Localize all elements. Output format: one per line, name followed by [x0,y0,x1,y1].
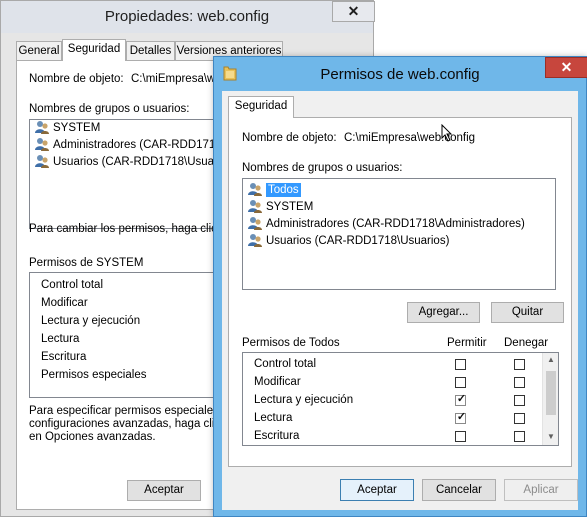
accept-button[interactable]: Aceptar [340,479,414,501]
permissions-label: Permisos de SYSTEM [29,257,144,269]
users-icon [35,155,49,168]
tab-seguridad[interactable]: Seguridad [62,39,126,61]
list-item[interactable]: Usuarios (CAR-RDD1718\Usuari [30,154,220,171]
permissions-list: Control total Modificar Lectura y ejecuc… [29,272,219,398]
perm-control-total: Control total [41,279,104,291]
perm-especiales: Permisos especiales [41,369,147,381]
perm-escritura: Escritura [254,430,300,442]
list-item[interactable]: SYSTEM [243,199,555,216]
cancel-button[interactable]: Cancelar [422,479,496,501]
tab-general[interactable]: General [16,41,62,61]
allow-checkbox-modificar[interactable] [455,377,466,388]
users-icon [35,138,49,151]
object-name-label: Nombre de objeto: [29,73,124,85]
perm-modificar: Modificar [254,376,301,388]
object-name-value: C:\miEmpresa\web.config [344,132,476,144]
check-icon: ✓ [456,411,467,423]
security-panel: Nombre de objeto: C:\miEmpresa\web.confi… [228,117,572,467]
groups-label: Nombres de grupos o usuarios: [29,103,190,115]
close-icon: ✕ [347,3,360,19]
permissions-client-area: Seguridad Nombre de objeto: C:\miEmpresa… [222,91,578,510]
perm-escritura: Escritura [41,351,87,363]
remove-button[interactable]: Quitar [491,302,564,323]
apply-button[interactable]: Aplicar [504,479,578,501]
deny-header: Denegar [504,337,549,349]
groups-label: Nombres de grupos o usuarios: [242,162,403,174]
groups-listbox[interactable]: SYSTEM Administradores (CAR-RDD1718\A Us… [29,119,233,229]
permissions-label: Permisos de Todos [242,337,340,349]
users-icon [248,183,262,196]
scroll-up-icon[interactable]: ▲ [543,353,558,367]
perm-lectura-ejecucion: Lectura y ejecución [41,315,141,327]
scroll-down-icon[interactable]: ▼ [543,430,558,444]
deny-checkbox-escritura[interactable] [514,431,525,442]
groups-listbox[interactable]: Todos SYSTEM Administradores (CAR-RDD171… [242,178,556,290]
users-icon [248,200,262,213]
change-permissions-text: Para cambiar los permisos, haga clic en [29,223,233,235]
users-icon [35,121,49,134]
special-permissions-text: Para especificar permisos especiales o c… [29,405,229,443]
properties-title: Propiedades: web.config [104,8,270,25]
object-name-label: Nombre de objeto: [242,132,337,144]
permissions-titlebar[interactable]: Permisos de web.config ✕ [214,57,587,91]
perm-control-total: Control total [254,358,317,370]
list-item[interactable]: Usuarios (CAR-RDD1718\Usuarios) [243,233,555,250]
users-icon [248,234,262,247]
allow-header: Permitir [447,337,487,349]
perm-modificar: Modificar [41,297,88,309]
properties-titlebar[interactable]: Propiedades: web.config ✕ [1,1,375,33]
properties-close-button[interactable]: ✕ [332,1,375,22]
list-item[interactable]: Administradores (CAR-RDD1718\A [30,137,233,154]
selected-user-label: Todos [266,183,301,197]
perm-lectura: Lectura [41,333,80,345]
deny-checkbox-modificar[interactable] [514,377,525,388]
cursor-icon [441,124,453,142]
allow-checkbox-escritura[interactable] [455,431,466,442]
tab-detalles[interactable]: Detalles [126,41,175,61]
add-button[interactable]: Agregar... [407,302,480,323]
permissions-dialog: Permisos de web.config ✕ Seguridad Nombr… [213,56,587,517]
permissions-close-button[interactable]: ✕ [545,57,587,78]
scroll-thumb[interactable] [546,371,556,415]
allow-checkbox-lectura-ejecucion[interactable]: ✓ [455,393,467,406]
allow-checkbox-lectura[interactable]: ✓ [455,411,467,424]
permissions-title: Permisos de web.config [320,66,480,83]
tab-seguridad[interactable]: Seguridad [228,96,294,118]
deny-checkbox-lectura[interactable] [514,413,525,424]
allow-checkbox-control-total[interactable] [455,359,466,370]
perm-lectura: Lectura [254,412,293,424]
list-item[interactable]: SYSTEM [30,120,218,137]
check-icon: ✓ [456,393,467,405]
properties-accept-button[interactable]: Aceptar [127,480,201,501]
deny-checkbox-control-total[interactable] [514,359,525,370]
perm-lectura-ejecucion: Lectura y ejecución [254,394,354,406]
users-icon [248,217,262,230]
list-item[interactable]: Todos [243,182,555,199]
close-icon: ✕ [560,59,573,75]
permissions-list: Control total Modificar Lectura y ejecuc… [242,352,559,446]
deny-checkbox-lectura-ejecucion[interactable] [514,395,525,406]
list-item[interactable]: Administradores (CAR-RDD1718\Administrad… [243,216,555,233]
permissions-scrollbar[interactable]: ▲ ▼ [542,353,558,445]
